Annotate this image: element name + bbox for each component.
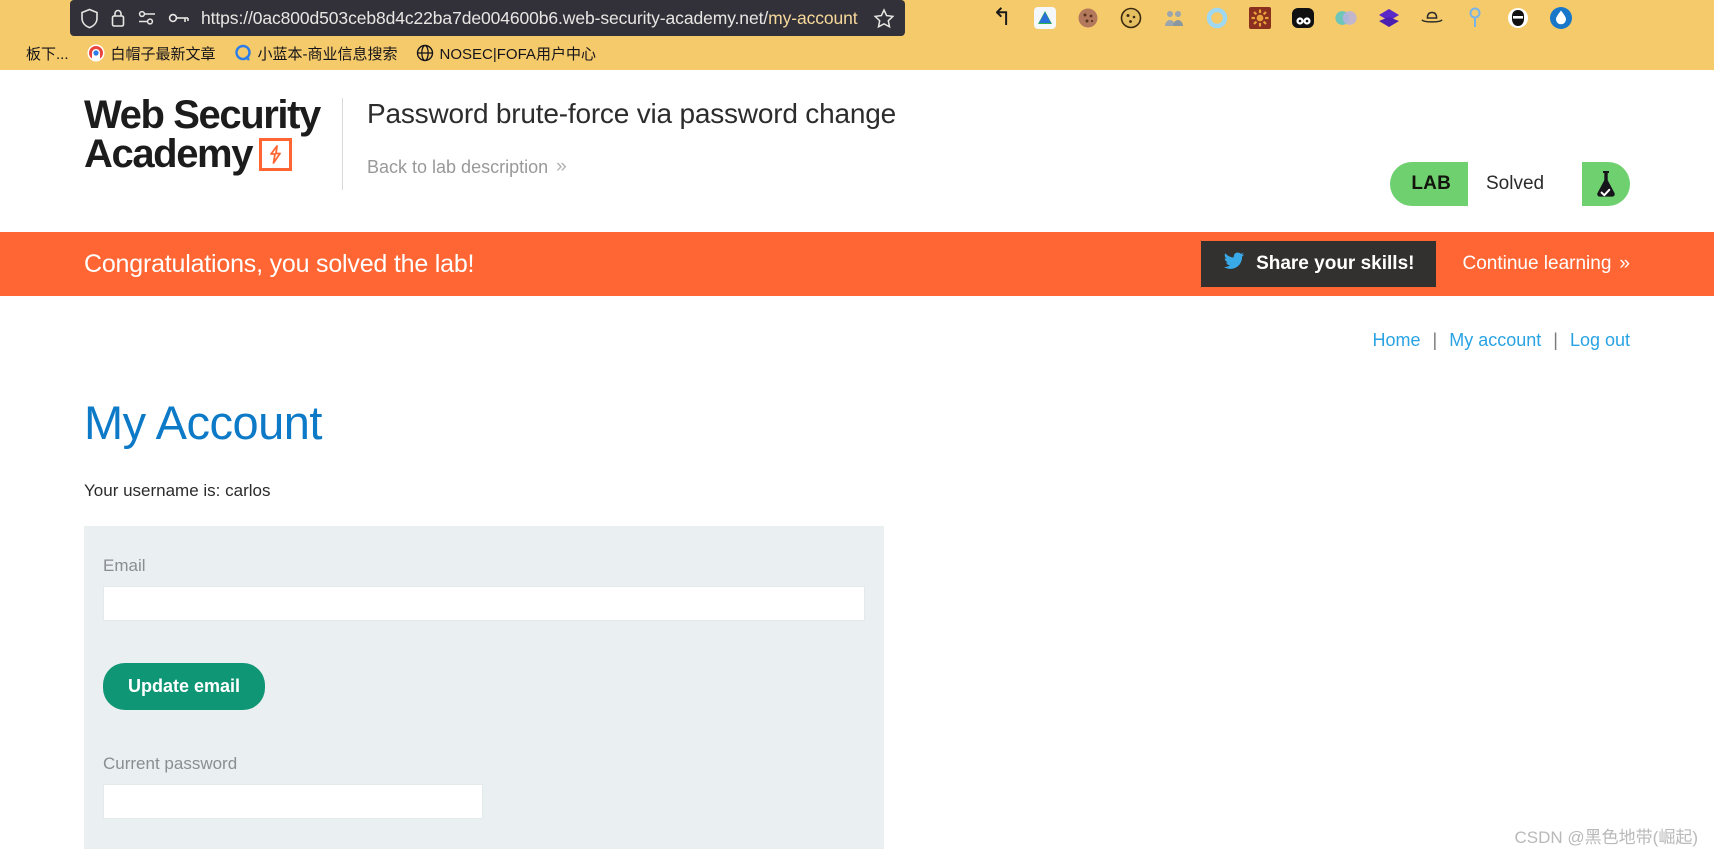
logo-line-1: Web Security bbox=[84, 93, 321, 137]
banner-actions: Share your skills! Continue learning » bbox=[1201, 241, 1630, 287]
flask-check-icon bbox=[1582, 162, 1630, 206]
current-password-field-label: Current password bbox=[103, 754, 238, 773]
header-divider bbox=[342, 98, 343, 190]
chevron-double-right-icon: » bbox=[556, 156, 567, 177]
cookie-brown-icon[interactable] bbox=[1076, 6, 1100, 30]
nav-link-my-account[interactable]: My account bbox=[1449, 330, 1541, 351]
academy-logo[interactable]: Web Security Academy bbox=[84, 70, 322, 174]
page-title: My Account bbox=[84, 396, 322, 449]
chevron-double-right-icon: » bbox=[1619, 253, 1630, 274]
bookmark-label: NOSEC|FOFA用户中心 bbox=[439, 45, 596, 63]
lab-state-label: Solved bbox=[1468, 162, 1582, 206]
email-field-label: Email bbox=[103, 556, 146, 575]
bookmark-item[interactable]: 白帽子最新文章 bbox=[87, 43, 216, 64]
twitter-icon bbox=[1223, 252, 1245, 276]
ring-icon[interactable] bbox=[1205, 6, 1229, 30]
share-skills-button[interactable]: Share your skills! bbox=[1201, 241, 1437, 287]
account-form-panel: Email Update email Current password bbox=[84, 526, 884, 849]
update-email-button[interactable]: Update email bbox=[103, 663, 266, 710]
lock-icon[interactable] bbox=[110, 8, 126, 28]
bookmarks-bar: 板下... 白帽子最新文章 小蓝本-商业信息搜索 NOSEC|FOFA用户中心 bbox=[0, 36, 1714, 70]
cookie-editor-icon[interactable] bbox=[1119, 6, 1143, 30]
diamond-icon[interactable] bbox=[1377, 6, 1401, 30]
email-input[interactable] bbox=[103, 586, 865, 621]
banner-message: Congratulations, you solved the lab! bbox=[84, 249, 475, 278]
drop-icon[interactable] bbox=[1549, 6, 1573, 30]
solved-banner: Congratulations, you solved the lab! Sha… bbox=[0, 232, 1714, 296]
hat-icon[interactable] bbox=[1420, 6, 1444, 30]
lab-title: Password brute-force via password change bbox=[367, 98, 896, 129]
bookmark-label: 白帽子最新文章 bbox=[110, 45, 216, 63]
nav-link-home[interactable]: Home bbox=[1373, 330, 1421, 351]
hacker-icon[interactable] bbox=[1506, 6, 1530, 30]
url-highlight: my-account bbox=[768, 7, 858, 28]
bookmark-label: 板下... bbox=[26, 45, 69, 63]
pin-icon[interactable] bbox=[1463, 6, 1487, 30]
proxy-switchy-icon[interactable] bbox=[1162, 6, 1186, 30]
bookmark-label: 小蓝本-商业信息搜索 bbox=[257, 45, 398, 63]
academy-header: Web Security Academy Password brute-forc… bbox=[0, 70, 1714, 232]
back-arrow-icon[interactable]: ↰ bbox=[990, 6, 1014, 30]
back-to-lab-description-link[interactable]: Back to lab description » bbox=[367, 156, 896, 178]
csdn-watermark: CSDN @黑色地带(崛起) bbox=[1514, 828, 1698, 847]
star-icon[interactable] bbox=[873, 7, 895, 29]
lightning-icon bbox=[259, 138, 293, 172]
current-password-input[interactable] bbox=[103, 784, 483, 819]
lab-badge-label: LAB bbox=[1411, 173, 1451, 194]
address-bar[interactable]: https://0ac800d503ceb8d4c22ba7de004600b6… bbox=[70, 0, 905, 36]
feedly-icon[interactable] bbox=[1033, 6, 1057, 30]
share-skills-label: Share your skills! bbox=[1256, 253, 1415, 274]
bookmark-item[interactable]: 小蓝本-商业信息搜索 bbox=[234, 43, 398, 64]
form-spacer bbox=[103, 710, 865, 754]
sun-red-icon[interactable] bbox=[1248, 6, 1272, 30]
url-text[interactable]: https://0ac800d503ceb8d4c22ba7de004600b6… bbox=[201, 8, 862, 29]
nav-link-log-out[interactable]: Log out bbox=[1570, 330, 1630, 351]
username-line: Your username is: carlos bbox=[84, 481, 271, 500]
shield-icon[interactable] bbox=[80, 8, 99, 29]
hat-site-icon bbox=[87, 44, 105, 62]
continue-learning-label: Continue learning bbox=[1462, 253, 1612, 274]
account-nav: Home | My account | Log out bbox=[84, 296, 1631, 351]
globe-icon bbox=[416, 44, 434, 62]
lab-status-widget[interactable]: LAB Solved bbox=[1390, 162, 1630, 206]
extension-toolbar: ↰ bbox=[990, 0, 1573, 36]
permissions-icon[interactable] bbox=[137, 9, 157, 27]
browser-toolbar: https://0ac800d503ceb8d4c22ba7de004600b6… bbox=[0, 0, 1714, 36]
venn-icon[interactable] bbox=[1334, 6, 1358, 30]
lab-header-text: Password brute-force via password change… bbox=[367, 70, 896, 178]
browser-chrome: https://0ac800d503ceb8d4c22ba7de004600b6… bbox=[0, 0, 1714, 70]
nav-separator: | bbox=[1553, 330, 1558, 350]
panda-icon[interactable] bbox=[1291, 6, 1315, 30]
q-icon bbox=[234, 44, 252, 62]
continue-learning-link[interactable]: Continue learning » bbox=[1462, 253, 1630, 275]
back-link-label: Back to lab description bbox=[367, 156, 549, 177]
url-prefix: https://0ac800d503ceb8d4c22ba7de004600b6… bbox=[201, 7, 769, 28]
bookmark-item[interactable]: 板下... bbox=[2, 43, 69, 64]
key-icon[interactable] bbox=[168, 10, 190, 26]
folder-icon bbox=[2, 44, 20, 62]
logo-line-2: Academy bbox=[84, 132, 253, 177]
nav-separator: | bbox=[1432, 330, 1438, 350]
page-content: Home | My account | Log out My Account Y… bbox=[0, 296, 1714, 860]
bookmark-item[interactable]: NOSEC|FOFA用户中心 bbox=[416, 43, 596, 64]
